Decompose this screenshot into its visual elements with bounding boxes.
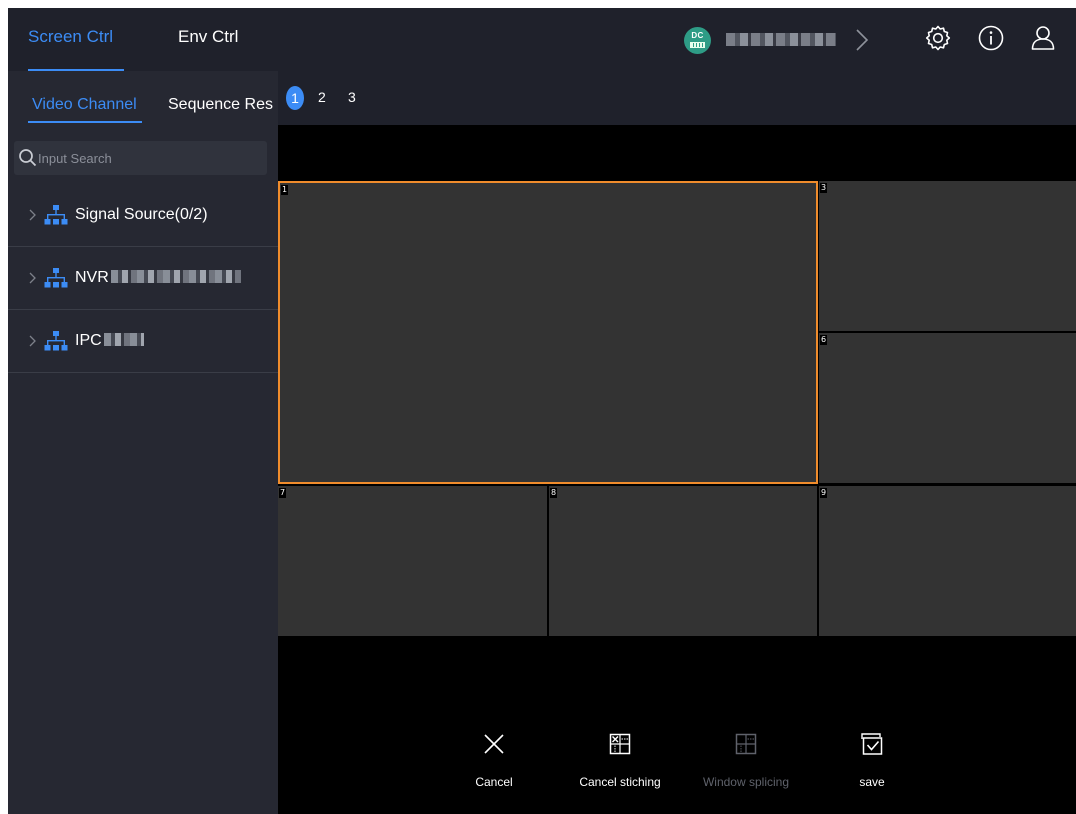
video-wall: 1 3 6 7 8 9 (278, 181, 1076, 636)
cancel-button[interactable]: Cancel (434, 730, 554, 789)
info-icon[interactable] (977, 24, 1005, 52)
tree-item-name: IPC (75, 332, 102, 349)
window-number: 6 (820, 335, 828, 345)
save-button[interactable]: save (812, 730, 932, 789)
tab-env-ctrl[interactable]: Env Ctrl (178, 27, 238, 47)
device-badge: DC (691, 31, 704, 40)
sidebar-tab-indicator (28, 121, 142, 123)
chevron-right-icon (29, 272, 36, 284)
cancel-stitching-label: Cancel stiching (579, 775, 661, 789)
tab-sequence-res-clip: Sequence Res (168, 71, 278, 125)
tree-item-nvr[interactable]: NVR (8, 247, 278, 310)
tree-item-label: NVR (75, 269, 241, 287)
wall-window-8[interactable]: 8 (549, 486, 817, 636)
user-icon[interactable] (1029, 24, 1057, 52)
device-tree-icon (44, 268, 68, 288)
save-label: save (859, 775, 885, 789)
tab-screen-ctrl[interactable]: Screen Ctrl (28, 27, 113, 47)
window-splicing-button[interactable]: Window splicing (686, 730, 806, 789)
search-box (14, 141, 267, 175)
cancel-stitching-button[interactable]: Cancel stiching (560, 730, 680, 789)
wall-window-7[interactable]: 7 (278, 486, 547, 636)
tree-item-name: NVR (75, 269, 109, 286)
tab-sequence-res[interactable]: Sequence Res (168, 96, 273, 114)
sidebar: Video Channel Sequence Res Input Search … (8, 71, 278, 814)
wall-window-1[interactable]: 1 (278, 181, 818, 484)
cancel-label: Cancel (475, 775, 513, 789)
wall-window-9[interactable]: 9 (819, 486, 1076, 636)
tree-item-signal-source[interactable]: Signal Source(0/2) (8, 184, 278, 247)
tree-item-label: IPC (75, 332, 144, 350)
search-icon (19, 149, 37, 167)
device-tree-icon (44, 331, 68, 351)
window-number: 3 (820, 183, 828, 193)
screen-page-3[interactable]: 3 (348, 89, 356, 105)
tab-video-channel[interactable]: Video Channel (32, 96, 137, 114)
window-number: 9 (820, 488, 828, 498)
tree-item-label: Signal Source(0/2) (75, 206, 208, 223)
device-icon: DC (684, 27, 711, 54)
screen-page-1[interactable]: 1 (286, 86, 304, 110)
settings-icon[interactable] (924, 24, 952, 52)
chevron-right-icon (29, 209, 36, 221)
chevron-right-icon (856, 29, 869, 51)
screen-page-tabs: 1 2 3 (278, 71, 1076, 125)
device-name (726, 33, 836, 46)
device-tree-icon (44, 205, 68, 225)
wall-window-3[interactable]: 3 (819, 181, 1076, 331)
app-window: Screen Ctrl Env Ctrl DC Video Channel Se… (8, 8, 1076, 814)
window-splicing-label: Window splicing (702, 775, 790, 789)
search-input[interactable] (38, 141, 263, 175)
wall-window-6[interactable]: 6 (819, 333, 1076, 483)
chevron-right-icon (29, 335, 36, 347)
redacted-id (103, 333, 144, 346)
redacted-id (110, 270, 241, 283)
window-splicing-icon (735, 733, 757, 755)
window-number: 8 (550, 488, 558, 498)
save-icon (861, 733, 883, 755)
close-icon (484, 734, 504, 754)
cancel-stitching-icon (609, 733, 631, 755)
window-number: 7 (279, 488, 287, 498)
tree-item-ipc[interactable]: IPC (8, 310, 278, 373)
top-bar: Screen Ctrl Env Ctrl DC (8, 8, 1076, 71)
screen-page-2[interactable]: 2 (318, 89, 326, 105)
window-number: 1 (281, 185, 289, 195)
